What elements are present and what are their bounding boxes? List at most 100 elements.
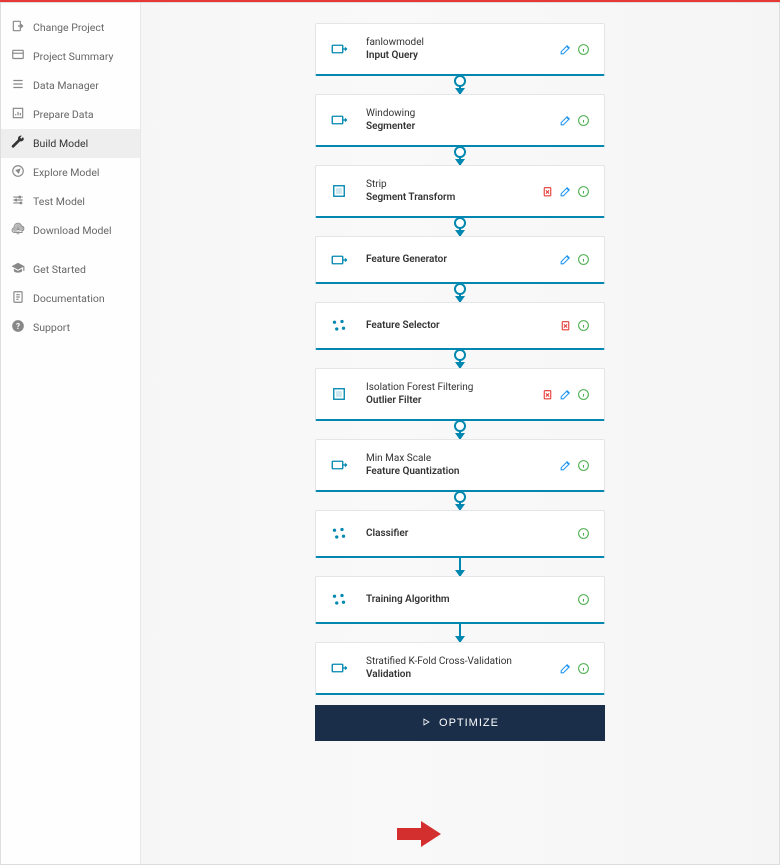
main-content: fanlowmodelInput Query WindowingSegmenter… (141, 3, 779, 864)
pipeline-card[interactable]: WindowingSegmenter (315, 94, 605, 147)
info-icon[interactable] (576, 527, 590, 541)
connector-arrow-icon (459, 284, 461, 302)
info-icon[interactable] (576, 253, 590, 267)
sidebar-item-label: Test Model (33, 195, 85, 208)
sidebar-item-download-model[interactable]: Download Model (1, 216, 140, 245)
card-subtitle: Validation (366, 668, 558, 681)
edit-icon[interactable] (558, 387, 572, 401)
optimize-button[interactable]: OPTIMIZE (315, 705, 605, 741)
card-actions (576, 593, 590, 607)
sidebar-item-label: Change Project (33, 21, 104, 34)
card-text: Isolation Forest FilteringOutlier Filter (366, 381, 540, 407)
card-subtitle: Segmenter (366, 120, 558, 133)
info-icon[interactable] (576, 184, 590, 198)
card-text: Feature Selector (366, 319, 558, 332)
sidebar-item-label: Download Model (33, 224, 112, 237)
edit-icon[interactable] (558, 458, 572, 472)
square-icon (330, 385, 348, 403)
card-text: WindowingSegmenter (366, 107, 558, 133)
sidebar-item-label: Support (33, 321, 70, 334)
delete-icon[interactable] (558, 319, 572, 333)
card-title: Classifier (366, 527, 576, 540)
card-subtitle: Feature Quantization (366, 465, 558, 478)
connector-arrow-icon (459, 350, 461, 368)
input-icon (330, 659, 348, 677)
help-icon: ? (11, 319, 25, 336)
info-icon[interactable] (576, 113, 590, 127)
sidebar-item-label: Build Model (33, 137, 88, 150)
delete-icon[interactable] (540, 184, 554, 198)
card-text: StripSegment Transform (366, 178, 540, 204)
list-icon (11, 77, 25, 94)
edit-icon[interactable] (558, 661, 572, 675)
sidebar-item-explore-model[interactable]: Explore Model (1, 158, 140, 187)
sidebar-item-project-summary[interactable]: Project Summary (1, 42, 140, 71)
wrench-icon (11, 135, 25, 152)
pipeline-card[interactable]: Feature Selector (315, 302, 605, 350)
sidebar-item-label: Get Started (33, 263, 86, 276)
sidebar-item-documentation[interactable]: Documentation (1, 284, 140, 313)
pipeline-card[interactable]: Training Algorithm (315, 576, 605, 624)
card-actions (558, 253, 590, 267)
card-subtitle: Segment Transform (366, 191, 540, 204)
pipeline-card[interactable]: Min Max ScaleFeature Quantization (315, 439, 605, 492)
connector-arrow-icon (459, 624, 461, 642)
sidebar-item-test-model[interactable]: Test Model (1, 187, 140, 216)
pipeline-card[interactable]: fanlowmodelInput Query (315, 23, 605, 76)
card-subtitle: Outlier Filter (366, 394, 540, 407)
sidebar-item-support[interactable]: ? Support (1, 313, 140, 342)
edit-icon[interactable] (558, 113, 572, 127)
pipeline-card[interactable]: StripSegment Transform (315, 165, 605, 218)
input-icon (330, 456, 348, 474)
compass-icon (11, 164, 25, 181)
card-text: Stratified K-Fold Cross-ValidationValida… (366, 655, 558, 681)
card-text: Feature Generator (366, 253, 558, 266)
card-title: Feature Generator (366, 253, 558, 266)
sidebar-item-get-started[interactable]: Get Started (1, 255, 140, 284)
info-icon[interactable] (576, 387, 590, 401)
edit-icon[interactable] (558, 184, 572, 198)
info-icon[interactable] (576, 593, 590, 607)
input-icon (330, 251, 348, 269)
pipeline-card[interactable]: Feature Generator (315, 236, 605, 284)
connector-arrow-icon (459, 492, 461, 510)
sidebar-item-prepare-data[interactable]: Prepare Data (1, 100, 140, 129)
sidebar-item-change-project[interactable]: Change Project (1, 13, 140, 42)
pipeline-card[interactable]: Stratified K-Fold Cross-ValidationValida… (315, 642, 605, 695)
input-icon (330, 111, 348, 129)
edit-icon[interactable] (558, 42, 572, 56)
sidebar-item-label: Project Summary (33, 50, 113, 63)
info-icon[interactable] (576, 458, 590, 472)
card-title: Feature Selector (366, 319, 558, 332)
cloud-download-icon (11, 222, 25, 239)
card-title: Min Max Scale (366, 452, 558, 465)
delete-icon[interactable] (540, 387, 554, 401)
card-text: Training Algorithm (366, 593, 576, 606)
connector-arrow-icon (459, 421, 461, 439)
svg-text:?: ? (16, 321, 20, 331)
card-actions (558, 661, 590, 675)
sidebar-item-build-model[interactable]: Build Model (1, 129, 140, 158)
info-icon[interactable] (576, 42, 590, 56)
sidebar-item-label: Documentation (33, 292, 105, 305)
sidebar: Change Project Project Summary Data Mana… (1, 3, 141, 864)
exit-icon (11, 19, 25, 36)
card-text: Classifier (366, 527, 576, 540)
input-icon (330, 40, 348, 58)
card-title: Windowing (366, 107, 558, 120)
card-title: Training Algorithm (366, 593, 576, 606)
sidebar-item-label: Explore Model (33, 166, 99, 179)
sidebar-group-project: Change Project Project Summary Data Mana… (1, 13, 140, 245)
info-icon[interactable] (576, 319, 590, 333)
sidebar-item-data-manager[interactable]: Data Manager (1, 71, 140, 100)
connector-arrow-icon (459, 76, 461, 94)
card-subtitle: Input Query (366, 49, 558, 62)
info-icon[interactable] (576, 661, 590, 675)
pipeline-card[interactable]: Isolation Forest FilteringOutlier Filter (315, 368, 605, 421)
tune-icon (11, 193, 25, 210)
card-title: Stratified K-Fold Cross-Validation (366, 655, 558, 668)
pipeline-card[interactable]: Classifier (315, 510, 605, 558)
edit-icon[interactable] (558, 253, 572, 267)
card-actions (558, 42, 590, 56)
sidebar-item-label: Prepare Data (33, 108, 94, 121)
